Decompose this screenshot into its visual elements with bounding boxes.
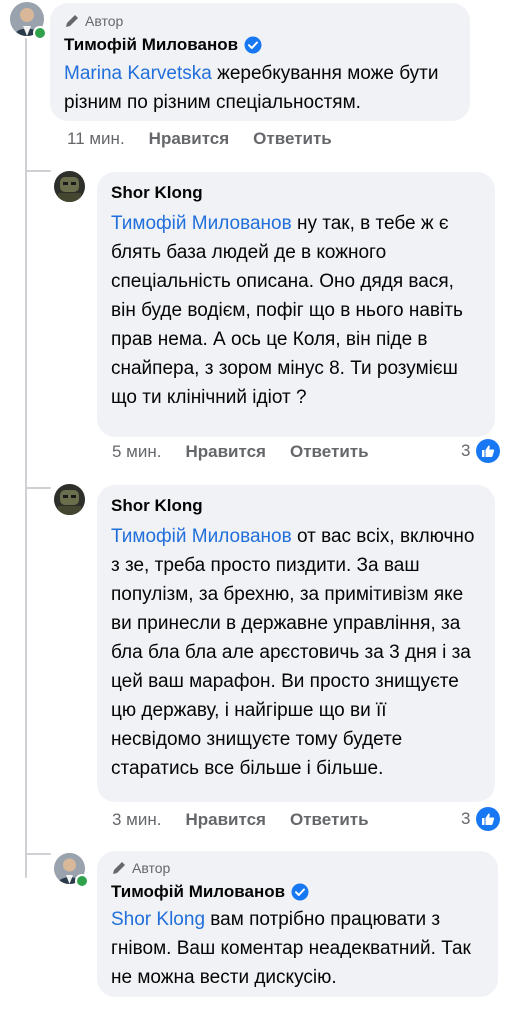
reply-button[interactable]: Ответить — [290, 442, 369, 462]
like-button[interactable]: Нравится — [149, 129, 230, 149]
pen-icon — [113, 862, 125, 874]
comment-actions: 5 мин. Нравится Ответить — [112, 442, 369, 462]
pen-icon — [66, 15, 78, 27]
reaction-count: 3 — [461, 809, 471, 828]
author-badge-label: Автор — [85, 13, 124, 29]
comment-time[interactable]: 11 мин. — [67, 129, 125, 149]
mention-link[interactable]: Marina Karvetska — [64, 63, 212, 84]
author-badge: Автор — [111, 860, 484, 876]
comment-bubble: Автор Тимофій Милованов Shor Klong вам п… — [97, 851, 498, 997]
comment-text: Тимофій Милованов ну так, в тебе ж є бля… — [111, 209, 481, 412]
mention-link[interactable]: Тимофій Милованов — [111, 526, 292, 547]
comment-time[interactable]: 5 мин. — [112, 442, 161, 462]
comment-bubble: Автор Тимофій Милованов Marina Karvetska… — [50, 3, 470, 121]
like-button[interactable]: Нравится — [185, 442, 266, 462]
avatar-image — [54, 484, 85, 515]
reaction-count: 3 — [461, 441, 471, 460]
comment-time[interactable]: 3 мин. — [112, 810, 161, 830]
online-status-dot — [75, 874, 89, 888]
reply-button[interactable]: Ответить — [290, 810, 369, 830]
comment-actions: 11 мин. Нравится Ответить — [67, 129, 332, 149]
author-badge-label: Автор — [132, 860, 171, 876]
comment-bubble: Shor Klong Тимофій Милованов ну так, в т… — [97, 172, 495, 437]
like-button[interactable]: Нравится — [185, 810, 266, 830]
avatar-image — [54, 171, 85, 202]
comment-author[interactable]: Shor Klong — [111, 496, 203, 516]
comment-text: Shor Klong вам потрібно працювати з гнів… — [111, 905, 484, 992]
verified-badge-icon — [291, 883, 309, 901]
thread-curve — [25, 170, 51, 172]
comment-author[interactable]: Shor Klong — [111, 183, 203, 203]
author-badge: Автор — [64, 13, 456, 29]
comment-bubble: Shor Klong Тимофій Милованов от вас всіх… — [97, 485, 495, 802]
mention-link[interactable]: Shor Klong — [111, 909, 205, 930]
comment-body: от вас всіх, включно з зе, треба просто … — [111, 526, 475, 779]
comment-actions: 3 мин. Нравится Ответить — [112, 810, 369, 830]
comment-author[interactable]: Тимофій Милованов — [64, 35, 238, 55]
reply-button[interactable]: Ответить — [253, 129, 332, 149]
comment-body: ну так, в тебе ж є блять база людей де в… — [111, 213, 463, 408]
thread-line — [25, 38, 27, 878]
reaction-summary[interactable]: 3 — [461, 807, 501, 831]
mention-link[interactable]: Тимофій Милованов — [111, 213, 292, 234]
like-reaction-icon — [476, 807, 501, 831]
reaction-summary[interactable]: 3 — [461, 439, 501, 463]
like-reaction-icon — [476, 439, 501, 463]
avatar-shor-klong[interactable] — [54, 484, 85, 515]
thread-curve — [25, 853, 51, 855]
online-status-dot — [33, 26, 47, 40]
comment-author[interactable]: Тимофій Милованов — [111, 882, 285, 902]
avatar-shor-klong[interactable] — [54, 171, 85, 202]
comment-text: Тимофій Милованов от вас всіх, включно з… — [111, 522, 481, 783]
thread-curve — [25, 487, 51, 489]
verified-badge-icon — [244, 36, 262, 54]
comment-text: Marina Karvetska жеребкування може бути … — [64, 59, 456, 117]
